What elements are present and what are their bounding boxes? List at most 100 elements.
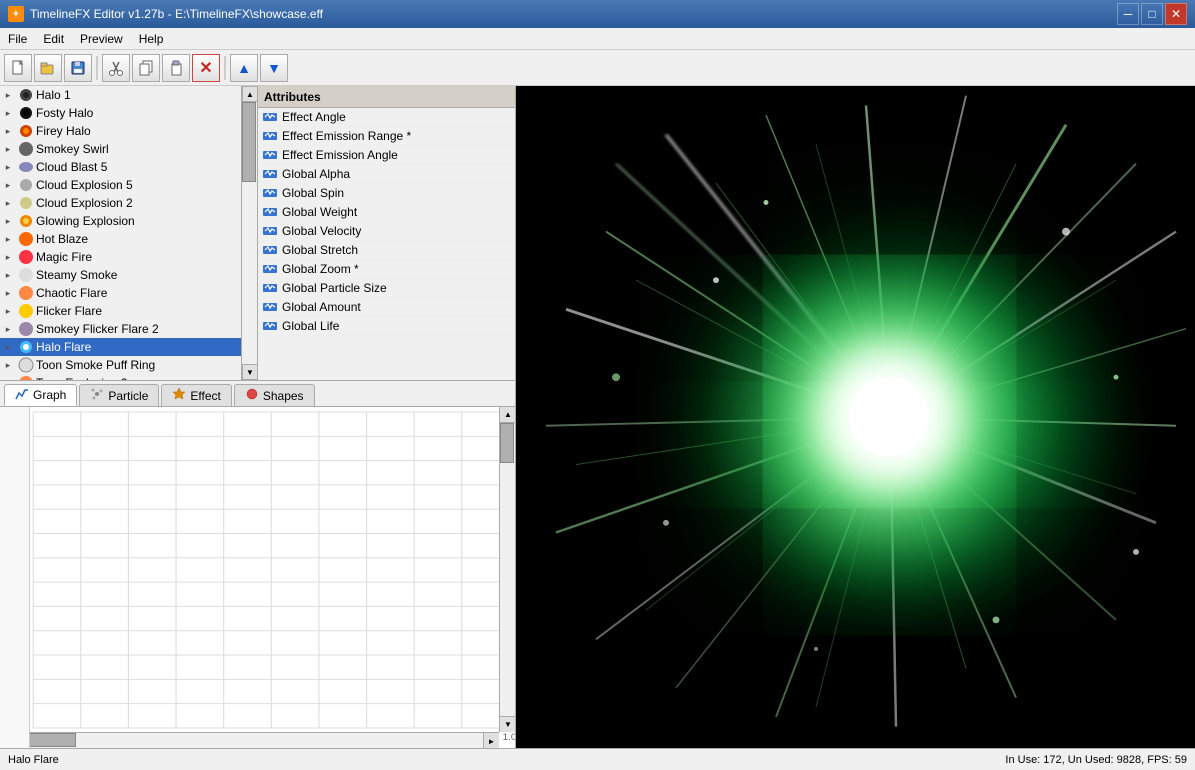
- attr-label: Global Alpha: [282, 167, 350, 181]
- tab-particle[interactable]: Particle: [79, 384, 159, 406]
- effect-label: Firey Halo: [36, 124, 91, 138]
- graph-scrollbar-v[interactable]: ▲ ▼: [499, 407, 515, 732]
- attr-icon: [262, 242, 278, 258]
- effect-item-magic-fire[interactable]: ▸ Magic Fire: [0, 248, 241, 266]
- minimize-button[interactable]: ─: [1117, 3, 1139, 25]
- attr-icon: [262, 299, 278, 315]
- attr-icon: [262, 166, 278, 182]
- titlebar-left: ✦ TimelineFX Editor v1.27b - E:\Timeline…: [8, 6, 323, 22]
- delete-button[interactable]: ✕: [192, 54, 220, 82]
- new-button[interactable]: [4, 54, 32, 82]
- menu-help[interactable]: Help: [131, 30, 172, 48]
- effects-list: ▸ Halo 1 ▸ Fosty Halo ▸ Firey Halo ▸ Smo…: [0, 86, 241, 380]
- effect-item-chaotic-flare[interactable]: ▸ Chaotic Flare: [0, 284, 241, 302]
- scroll-v-down[interactable]: ▼: [500, 716, 515, 732]
- effect-icon: [18, 339, 34, 355]
- attr-icon: [262, 109, 278, 125]
- effect-item-cloud-explosion2[interactable]: ▸ Cloud Explosion 2: [0, 194, 241, 212]
- graph-tab-icon: [15, 387, 29, 404]
- effect-label: Chaotic Flare: [36, 286, 107, 300]
- graph-canvas: 2.01.91.81.71.61.51.41.41.31.21.11.00.90…: [0, 407, 515, 748]
- shapes-tab-label: Shapes: [263, 389, 304, 403]
- effect-tab-label: Effect: [190, 389, 220, 403]
- paste-button[interactable]: [162, 54, 190, 82]
- open-button[interactable]: [34, 54, 62, 82]
- effect-item-glowing-explosion[interactable]: ▸ Glowing Explosion: [0, 212, 241, 230]
- attr-item[interactable]: Effect Emission Angle: [258, 146, 515, 165]
- effect-item-cloud-blast5[interactable]: ▸ Cloud Blast 5: [0, 158, 241, 176]
- expand-icon: ▸: [0, 159, 16, 175]
- maximize-button[interactable]: □: [1141, 3, 1163, 25]
- scroll-down-arrow[interactable]: ▼: [242, 364, 257, 380]
- particle-effect: [516, 86, 1195, 748]
- graph-scrollbar-h[interactable]: ◄ ►: [0, 732, 499, 748]
- effect-icon: [18, 231, 34, 247]
- tab-shapes[interactable]: Shapes: [234, 384, 315, 406]
- toolbar-sep2: [224, 56, 226, 80]
- save-button[interactable]: [64, 54, 92, 82]
- effect-item-toon-explosion[interactable]: ▸ Toon Explosion 2: [0, 374, 241, 380]
- menu-preview[interactable]: Preview: [72, 30, 131, 48]
- expand-icon: ▸: [0, 357, 16, 373]
- graph-area: 2.01.91.81.71.61.51.41.41.31.21.11.00.90…: [0, 407, 515, 748]
- effect-icon: [18, 177, 34, 193]
- expand-icon: ▸: [0, 375, 16, 380]
- attr-item[interactable]: Effect Emission Range *: [258, 127, 515, 146]
- attr-item[interactable]: Global Weight: [258, 203, 515, 222]
- status-right: In Use: 172, Un Used: 9828, FPS: 59: [1005, 754, 1187, 766]
- effect-icon: [18, 321, 34, 337]
- expand-icon: ▸: [0, 177, 16, 193]
- attr-item[interactable]: Global Particle Size: [258, 279, 515, 298]
- preview-panel: [516, 86, 1195, 748]
- effect-item-fosty-halo[interactable]: ▸ Fosty Halo: [0, 104, 241, 122]
- attr-icon: [262, 261, 278, 277]
- menu-edit[interactable]: Edit: [35, 30, 72, 48]
- list-scrollbar[interactable]: ▲ ▼: [241, 86, 257, 380]
- scroll-v-up[interactable]: ▲: [500, 407, 515, 423]
- effect-icon: [18, 249, 34, 265]
- effect-item-hot-blaze[interactable]: ▸ Hot Blaze: [0, 230, 241, 248]
- shapes-tab-icon: [245, 387, 259, 404]
- effect-icon: [18, 159, 34, 175]
- attr-item[interactable]: Global Velocity: [258, 222, 515, 241]
- menu-file[interactable]: File: [0, 30, 35, 48]
- move-up-button[interactable]: ▲: [230, 54, 258, 82]
- tab-graph[interactable]: Graph: [4, 384, 77, 406]
- close-button[interactable]: ✕: [1165, 3, 1187, 25]
- effect-label: Flicker Flare: [36, 304, 102, 318]
- copy-button[interactable]: [132, 54, 160, 82]
- effect-label: Hot Blaze: [36, 232, 88, 246]
- effect-icon: [18, 141, 34, 157]
- effect-item-smokey-swirl[interactable]: ▸ Smokey Swirl: [0, 140, 241, 158]
- attr-icon: [262, 204, 278, 220]
- attributes-title: Attributes: [264, 90, 321, 104]
- statusbar: Halo Flare In Use: 172, Un Used: 9828, F…: [0, 748, 1195, 770]
- attr-item[interactable]: Effect Angle: [258, 108, 515, 127]
- attr-item[interactable]: Global Alpha: [258, 165, 515, 184]
- expand-icon: ▸: [0, 249, 16, 265]
- effect-item-halo-flare[interactable]: ▸ Halo Flare: [0, 338, 241, 356]
- attr-item[interactable]: Global Amount: [258, 298, 515, 317]
- effect-label: Cloud Explosion 5: [36, 178, 133, 192]
- attr-item[interactable]: Global Life: [258, 317, 515, 336]
- effect-item-cloud-explosion5[interactable]: ▸ Cloud Explosion 5: [0, 176, 241, 194]
- scroll-h-right[interactable]: ►: [483, 733, 499, 748]
- status-left: Halo Flare: [8, 754, 59, 766]
- move-down-button[interactable]: ▼: [260, 54, 288, 82]
- effect-item-flicker-flare[interactable]: ▸ Flicker Flare: [0, 302, 241, 320]
- attr-item[interactable]: Global Zoom *: [258, 260, 515, 279]
- effect-item-smokey-flicker2[interactable]: ▸ Smokey Flicker Flare 2: [0, 320, 241, 338]
- attr-label: Global Zoom *: [282, 262, 359, 276]
- attr-item[interactable]: Global Spin: [258, 184, 515, 203]
- effect-item-steamy-smoke[interactable]: ▸ Steamy Smoke: [0, 266, 241, 284]
- attr-label: Global Stretch: [282, 243, 358, 257]
- scroll-up-arrow[interactable]: ▲: [242, 86, 257, 102]
- effect-item-toon-smoke-puff[interactable]: ▸ Toon Smoke Puff Ring: [0, 356, 241, 374]
- cut-button[interactable]: [102, 54, 130, 82]
- attr-item[interactable]: Global Stretch: [258, 241, 515, 260]
- tab-effect[interactable]: Effect: [161, 384, 231, 406]
- effect-item-halo1[interactable]: ▸ Halo 1: [0, 86, 241, 104]
- effect-icon: [18, 87, 34, 103]
- effect-item-firey-halo[interactable]: ▸ Firey Halo: [0, 122, 241, 140]
- attributes-list: Effect Angle Effect Emission Range * Eff…: [258, 108, 515, 380]
